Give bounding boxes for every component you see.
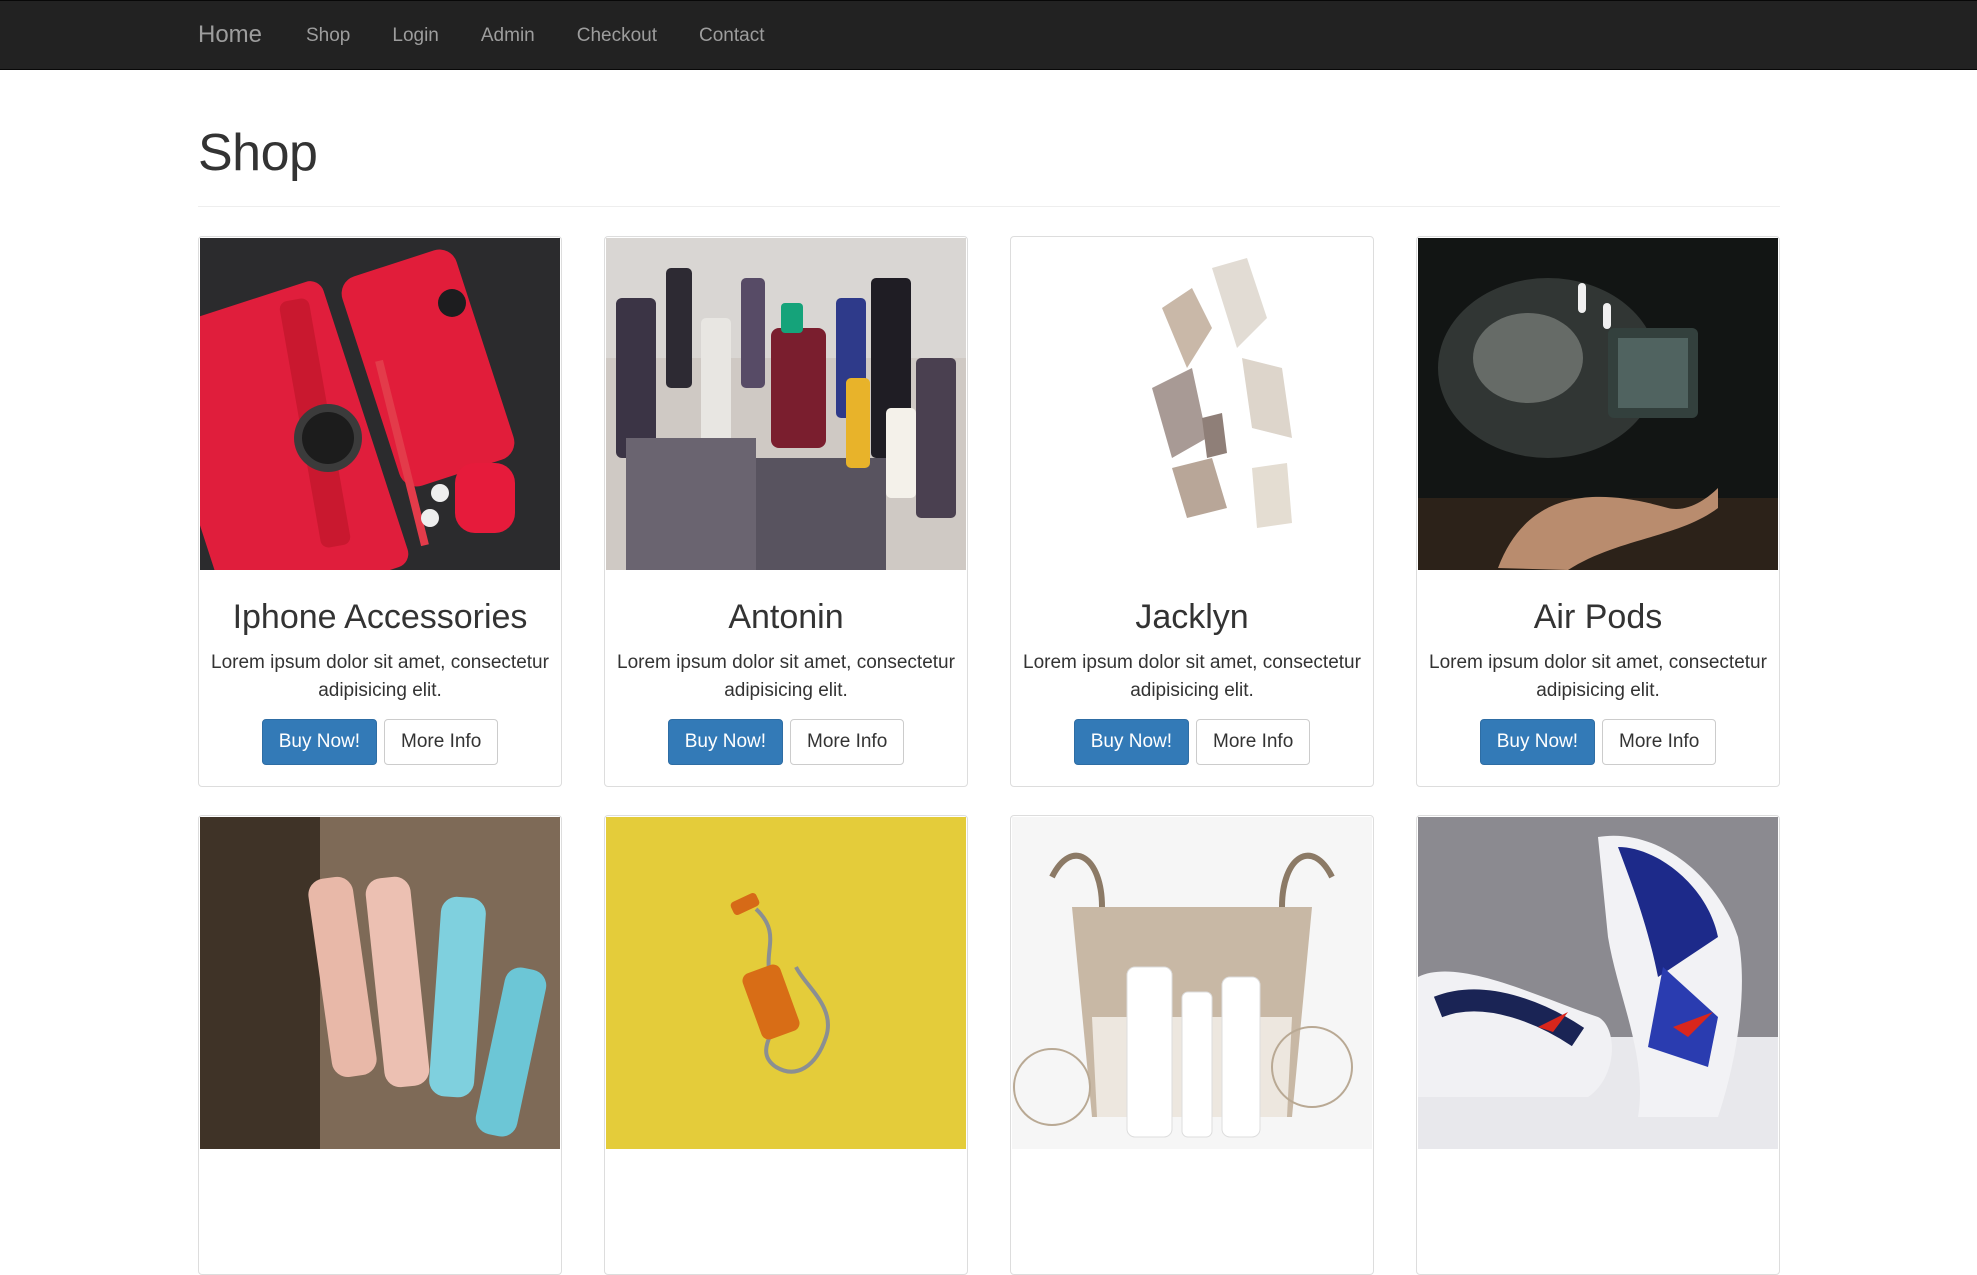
buy-now-button[interactable]: Buy Now! (667, 719, 784, 765)
sneakers-image (1418, 817, 1778, 1149)
product-card: Jacklyn Lorem ipsum dolor sit amet, cons… (1010, 236, 1374, 787)
product-image[interactable] (200, 817, 560, 1149)
product-caption: Iphone Accessories Lorem ipsum dolor sit… (199, 597, 561, 765)
product-actions: Buy Now! More Info (605, 719, 967, 765)
nav-link-contact[interactable]: Contact (678, 1, 785, 71)
product-card: Air Pods Lorem ipsum dolor sit amet, con… (1416, 236, 1780, 787)
nav-links: Shop Login Admin Checkout Contact (285, 1, 786, 71)
top-navbar: Home Shop Login Admin Checkout Contact (0, 0, 1977, 70)
product-title: Jacklyn (1135, 598, 1249, 636)
product-image[interactable] (200, 238, 560, 570)
cosmetics-bottles-image (606, 238, 966, 570)
product-image[interactable] (1012, 817, 1372, 1149)
product-description: Lorem ipsum dolor sit amet, consectetur … (211, 652, 549, 701)
nav-link-login[interactable]: Login (371, 1, 460, 71)
nav-link-admin[interactable]: Admin (460, 1, 556, 71)
product-actions: Buy Now! More Info (1417, 719, 1779, 765)
product-image[interactable] (606, 238, 966, 570)
product-description: Lorem ipsum dolor sit amet, consectetur … (1429, 652, 1767, 701)
red-iphone-accessories-image (200, 238, 560, 570)
buy-now-button[interactable]: Buy Now! (1479, 719, 1596, 765)
product-title: Antonin (728, 598, 844, 636)
buy-now-button[interactable]: Buy Now! (261, 719, 378, 765)
product-image[interactable] (1012, 238, 1372, 570)
product-card (198, 815, 562, 1275)
product-title: Air Pods (1533, 598, 1663, 636)
product-card (1416, 815, 1780, 1275)
product-card (1010, 815, 1374, 1275)
more-info-button[interactable]: More Info (1196, 719, 1311, 765)
nav-link-checkout[interactable]: Checkout (556, 1, 678, 71)
product-actions: Buy Now! More Info (199, 719, 561, 765)
high-heel-shoes-image (1012, 238, 1372, 570)
product-caption: Air Pods Lorem ipsum dolor sit amet, con… (1417, 597, 1779, 765)
product-actions: Buy Now! More Info (1011, 719, 1373, 765)
product-caption: Jacklyn Lorem ipsum dolor sit amet, cons… (1011, 597, 1373, 765)
product-caption: Antonin Lorem ipsum dolor sit amet, cons… (605, 597, 967, 765)
product-title: Iphone Accessories (232, 598, 528, 636)
product-image[interactable] (1418, 817, 1778, 1149)
more-info-button[interactable]: More Info (1602, 719, 1717, 765)
airpods-floating-hand-image (1418, 238, 1778, 570)
product-image[interactable] (606, 817, 966, 1149)
more-info-button[interactable]: More Info (790, 719, 905, 765)
basket-skincare-image (1012, 817, 1372, 1149)
header-divider (198, 206, 1780, 207)
more-info-button[interactable]: More Info (384, 719, 499, 765)
product-card: Antonin Lorem ipsum dolor sit amet, cons… (604, 236, 968, 787)
orange-charger-yellow-image (606, 817, 966, 1149)
product-image[interactable] (1418, 238, 1778, 570)
buy-now-button[interactable]: Buy Now! (1073, 719, 1190, 765)
product-card (604, 815, 968, 1275)
product-card: Iphone Accessories Lorem ipsum dolor sit… (198, 236, 562, 787)
page-title: Shop (198, 124, 318, 182)
nav-brand-home[interactable]: Home (198, 19, 262, 51)
nav-link-shop[interactable]: Shop (285, 1, 371, 71)
product-description: Lorem ipsum dolor sit amet, consectetur … (1023, 652, 1361, 701)
hair-care-bottles-image (200, 817, 560, 1149)
product-description: Lorem ipsum dolor sit amet, consectetur … (617, 652, 955, 701)
